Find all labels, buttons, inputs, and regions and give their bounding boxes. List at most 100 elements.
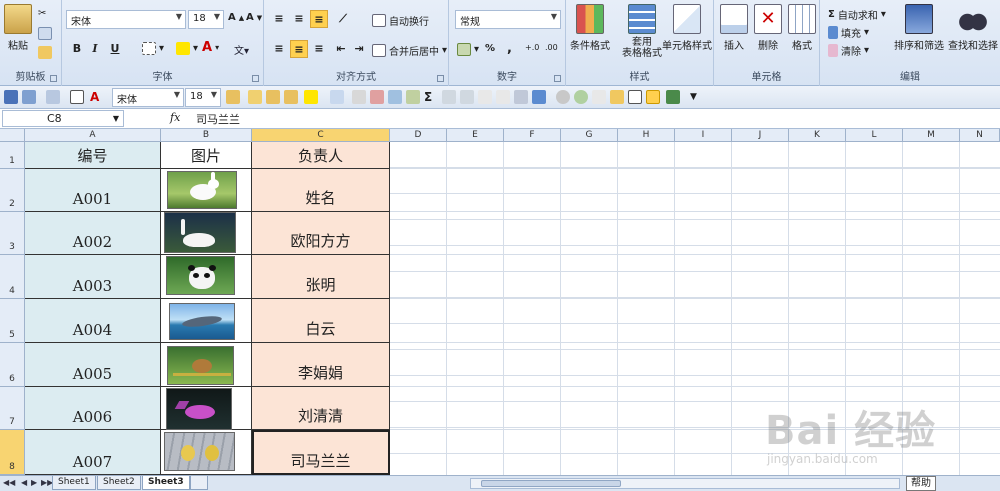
- fill-bucket-icon[interactable]: [304, 90, 318, 104]
- fill-color-button[interactable]: ▾: [176, 42, 198, 55]
- row-header-8[interactable]: 8: [0, 430, 25, 475]
- cut-button[interactable]: ✂: [38, 8, 46, 19]
- undo-icon[interactable]: [22, 90, 36, 104]
- circle-icon[interactable]: [556, 90, 570, 104]
- underline-button[interactable]: U: [106, 40, 124, 58]
- chart-icon[interactable]: [330, 90, 344, 104]
- comma-button[interactable]: ,: [507, 41, 512, 56]
- id-cell[interactable]: A007: [25, 430, 161, 475]
- col-header-j[interactable]: J: [732, 129, 789, 142]
- format-button[interactable]: 格式: [788, 4, 816, 52]
- phonetic-button[interactable]: 文▾: [234, 42, 249, 57]
- clipboard-launcher-icon[interactable]: [50, 75, 57, 82]
- header-id-cell[interactable]: 编号: [25, 142, 161, 169]
- swan-image[interactable]: [164, 212, 236, 253]
- help-button[interactable]: 帮助: [906, 476, 936, 491]
- clipboard-icon[interactable]: [284, 90, 298, 104]
- row-header-5[interactable]: 5: [0, 299, 25, 343]
- owner-cell[interactable]: 白云: [252, 299, 390, 343]
- header-owner-cell[interactable]: 负责人: [252, 142, 390, 169]
- preview-icon[interactable]: [592, 90, 606, 104]
- horizontal-scrollbar[interactable]: [470, 478, 900, 489]
- first-sheet-icon[interactable]: ◀◀: [3, 478, 15, 487]
- ducklings-image[interactable]: [164, 432, 235, 471]
- grow-font-button[interactable]: A ▲: [228, 12, 244, 23]
- owner-cell-selected[interactable]: 司马兰兰: [252, 430, 390, 475]
- bold-button[interactable]: B: [68, 40, 86, 58]
- clear-button[interactable]: 清除 ▾: [828, 43, 869, 58]
- select-all-corner[interactable]: [0, 129, 25, 142]
- merge-center-button[interactable]: 合并后居中 ▾: [372, 43, 447, 58]
- id-cell[interactable]: A002: [25, 212, 161, 255]
- align-bottom-button[interactable]: ≡: [310, 10, 328, 28]
- image-icon[interactable]: [514, 90, 528, 104]
- id-cell[interactable]: A005: [25, 343, 161, 387]
- fill-button[interactable]: 填充 ▾: [828, 25, 869, 40]
- col-header-l[interactable]: L: [846, 129, 903, 142]
- col-header-m[interactable]: M: [903, 129, 960, 142]
- sigma-icon[interactable]: Σ: [424, 90, 438, 104]
- number-format-select[interactable]: 常规 ▼: [455, 10, 561, 29]
- increase-indent-button[interactable]: ⇥: [350, 40, 368, 58]
- font-launcher-icon[interactable]: [252, 75, 259, 82]
- copy-icon[interactable]: [266, 90, 280, 104]
- currency-button[interactable]: ▾: [457, 43, 479, 56]
- shrink-font-button[interactable]: A ▼: [246, 12, 262, 23]
- decrease-indent-button[interactable]: ⇤: [332, 40, 350, 58]
- macro-icon[interactable]: [666, 90, 680, 104]
- shape-icon[interactable]: [532, 90, 546, 104]
- decrease-decimal-button[interactable]: .00: [545, 43, 558, 52]
- sort-filter-button[interactable]: 排序和筛选: [894, 4, 944, 52]
- align-left-button[interactable]: ≡: [270, 40, 288, 58]
- col-header-k[interactable]: K: [789, 129, 846, 142]
- font-color-icon[interactable]: A: [90, 90, 104, 104]
- print-icon[interactable]: [496, 90, 510, 104]
- copy-button[interactable]: [38, 27, 52, 40]
- next-sheet-icon[interactable]: ▶: [31, 478, 37, 487]
- find-select-button[interactable]: 查找和选择: [948, 4, 998, 52]
- brush-icon[interactable]: [610, 90, 624, 104]
- border-icon[interactable]: [70, 90, 84, 104]
- format-painter-button[interactable]: [38, 46, 52, 59]
- filter-icon[interactable]: [370, 90, 384, 104]
- scroll-thumb[interactable]: [481, 480, 621, 487]
- format-icon[interactable]: [226, 90, 240, 104]
- percent-button[interactable]: %: [485, 43, 495, 54]
- owner-cell[interactable]: 张明: [252, 255, 390, 299]
- pivot-icon[interactable]: [388, 90, 402, 104]
- sort-icon[interactable]: [352, 90, 366, 104]
- col-header-g[interactable]: G: [561, 129, 618, 142]
- row-header-1[interactable]: 1: [0, 142, 25, 169]
- align-right-button[interactable]: ≡: [310, 40, 328, 58]
- table-icon[interactable]: [442, 90, 456, 104]
- col-header-n[interactable]: N: [960, 129, 1000, 142]
- function-icon[interactable]: [406, 90, 420, 104]
- prev-sheet-icon[interactable]: ◀: [21, 478, 27, 487]
- row-header-2[interactable]: 2: [0, 169, 25, 212]
- textbox-icon[interactable]: [628, 90, 642, 104]
- orientation-button[interactable]: ⟋: [334, 10, 352, 28]
- format-as-table-button[interactable]: 套用 表格格式: [622, 4, 662, 59]
- owner-cell[interactable]: 姓名: [252, 169, 390, 212]
- page-icon[interactable]: [478, 90, 492, 104]
- col-header-f[interactable]: F: [504, 129, 561, 142]
- id-cell[interactable]: A003: [25, 255, 161, 299]
- italic-button[interactable]: I: [86, 40, 104, 58]
- sheet-tab-3[interactable]: Sheet3: [142, 476, 190, 490]
- zoom-icon[interactable]: [574, 90, 588, 104]
- font-family-select[interactable]: 宋体 ▼: [66, 10, 186, 29]
- fish-image[interactable]: [166, 388, 232, 430]
- row-header-7[interactable]: 7: [0, 387, 25, 430]
- insert-button[interactable]: 插入: [720, 4, 748, 52]
- owner-cell[interactable]: 刘清清: [252, 387, 390, 430]
- col-header-c[interactable]: C: [252, 129, 390, 142]
- redo-icon[interactable]: [46, 90, 60, 104]
- cell-styles-button[interactable]: 单元格样式: [662, 4, 712, 52]
- alignment-launcher-icon[interactable]: [437, 75, 444, 82]
- rabbit-image[interactable]: [167, 171, 237, 209]
- dolphin-image[interactable]: [169, 303, 235, 340]
- row-header-4[interactable]: 4: [0, 255, 25, 299]
- owner-cell[interactable]: 李娟娟: [252, 343, 390, 387]
- header-picture-cell[interactable]: 图片: [161, 142, 252, 169]
- id-cell[interactable]: A006: [25, 387, 161, 430]
